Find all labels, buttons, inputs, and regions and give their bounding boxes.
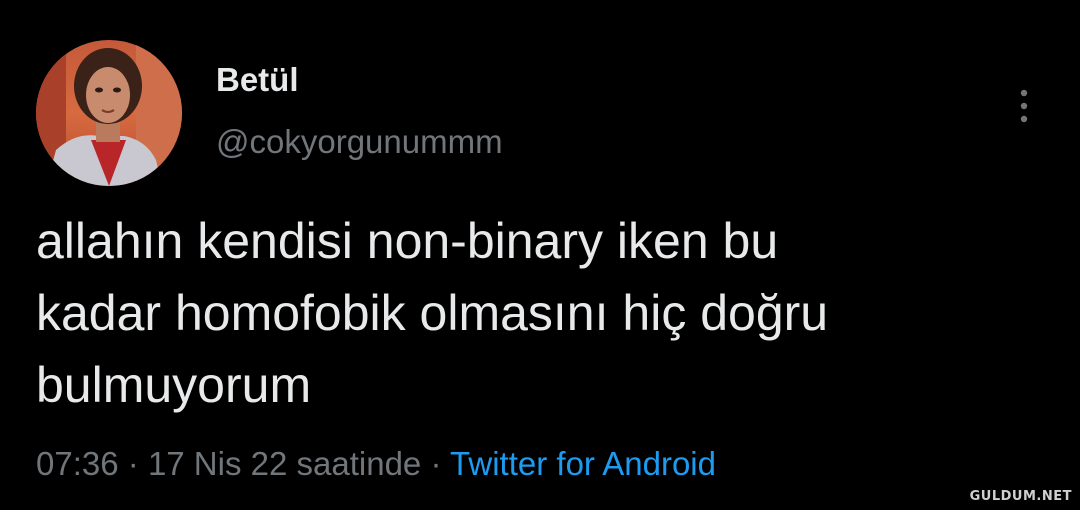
tweet-date[interactable]: 17 Nis 22 saatinde bbox=[148, 445, 421, 482]
profile-photo-icon bbox=[36, 40, 182, 186]
user-handle[interactable]: @cokyorgunummm bbox=[216, 122, 503, 162]
display-name[interactable]: Betül bbox=[216, 60, 299, 100]
tweet-text: allahın kendisi non-binary iken bu kadar… bbox=[36, 213, 829, 413]
tweet-source-link[interactable]: Twitter for Android bbox=[450, 445, 716, 482]
watermark: GULDUM.NET bbox=[969, 489, 1072, 504]
tweet-time[interactable]: 07:36 bbox=[36, 445, 119, 482]
tweet-card: Betül @cokyorgunummm allahın kendisi non… bbox=[0, 0, 1080, 510]
separator: · bbox=[127, 445, 139, 482]
more-vertical-icon[interactable] bbox=[1008, 86, 1040, 126]
tweet-metadata: 07:36 · 17 Nis 22 saatinde · Twitter for… bbox=[36, 444, 716, 484]
avatar[interactable] bbox=[36, 40, 182, 186]
separator: · bbox=[430, 445, 442, 482]
